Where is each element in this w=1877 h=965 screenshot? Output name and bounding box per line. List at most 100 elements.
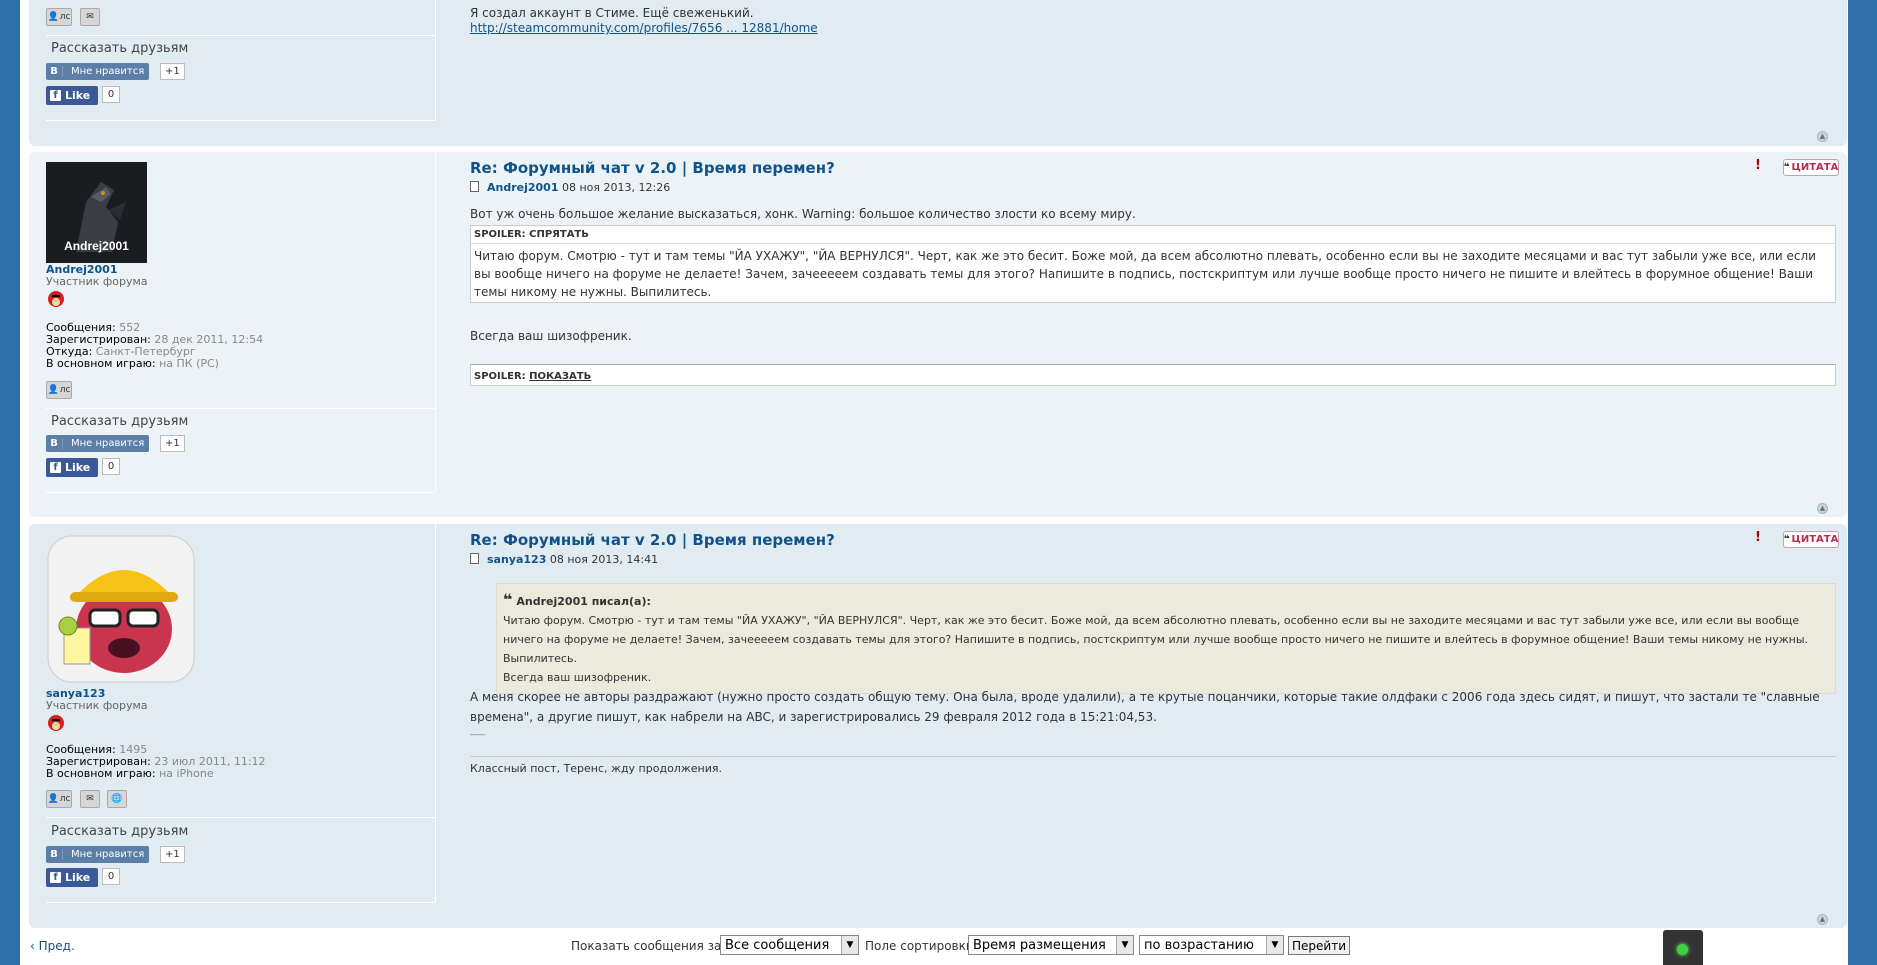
pm-button[interactable]: 👤 лс xyxy=(46,790,72,808)
divider xyxy=(46,817,435,818)
user-rank: Участник форума xyxy=(46,699,148,712)
spoiler-toggle[interactable]: SPOILER: СПРЯТАТЬ xyxy=(471,226,1835,244)
steam-profile-link[interactable]: http://steamcommunity.com/profiles/7656 … xyxy=(470,19,818,37)
globe-icon: 🌐 xyxy=(111,794,123,804)
quote-icon: ❝ xyxy=(1783,162,1790,173)
post-intro: Вот уж очень большое желание высказаться… xyxy=(470,207,1136,221)
divider xyxy=(46,408,435,409)
pm-button[interactable]: 👤 лс xyxy=(46,8,72,26)
profile-divider xyxy=(435,152,436,491)
show-label: Показать сообщения за: xyxy=(571,939,726,953)
chevron-down-icon: ▼ xyxy=(841,936,858,954)
pm-button[interactable]: 👤 лс xyxy=(46,381,72,399)
facebook-icon: f xyxy=(50,90,61,101)
facebook-icon: f xyxy=(50,462,61,473)
user-icon: 👤 xyxy=(47,794,59,804)
vk-count: +1 xyxy=(160,435,185,452)
angry-bird-rank-icon xyxy=(46,712,66,732)
online-indicator-icon xyxy=(1677,944,1688,955)
post-icon xyxy=(470,553,479,564)
back-to-top-icon[interactable]: ▲ xyxy=(1817,503,1828,514)
vk-like-button[interactable]: В Мне нравится xyxy=(46,435,149,452)
user-icon: 👤 xyxy=(47,385,59,395)
quote-icon: ❝ xyxy=(1783,534,1790,545)
quote-button[interactable]: ❝ ЦИТАТА xyxy=(1783,531,1839,548)
reply-text: А меня скорее не авторы раздражают (нужн… xyxy=(470,690,1820,724)
reply-dash: ___ xyxy=(470,725,485,736)
back-to-top-icon[interactable]: ▲ xyxy=(1817,131,1828,142)
chevron-down-icon: ▼ xyxy=(1266,936,1283,954)
fb-like-button[interactable]: f Like xyxy=(46,86,98,105)
envelope-icon: ✉ xyxy=(86,12,94,22)
user-icon: 👤 xyxy=(47,12,59,22)
stat-plays: В основном играю: на ПК (PC) xyxy=(46,357,219,370)
signature: Классный пост, Теренс, жду продолжения. xyxy=(470,762,722,775)
prev-page-link[interactable]: ‹ Пред. xyxy=(30,939,75,953)
quote-button[interactable]: ❝ ЦИТАТА xyxy=(1783,159,1839,176)
quote-mark-icon: ❝ xyxy=(503,590,513,609)
email-button[interactable]: ✉ xyxy=(80,790,100,808)
share-title: Рассказать друзьям xyxy=(51,824,189,839)
avatar-caption: Andrej2001 xyxy=(64,239,129,253)
fb-count: 0 xyxy=(102,868,120,885)
quote-closing: Всегда ваш шизофреник. xyxy=(503,671,652,684)
signature-divider xyxy=(470,756,1836,757)
fb-like-button[interactable]: f Like xyxy=(46,458,98,477)
sort-order-select[interactable]: по возрастанию ▼ xyxy=(1139,935,1284,955)
back-to-top-icon[interactable]: ▲ xyxy=(1817,914,1828,925)
go-button[interactable]: Перейти xyxy=(1288,936,1350,955)
post-previous: 👤 лс ✉ Рассказать друзьям В Мне нравится … xyxy=(29,0,1847,146)
divider xyxy=(46,902,435,903)
post-title[interactable]: Re: Форумный чат v 2.0 | Время перемен? xyxy=(470,531,835,549)
post-andrej2001: Andrej2001 Andrej2001 Участник форума Со… xyxy=(29,152,1847,517)
avatar xyxy=(46,534,196,684)
vk-icon: В xyxy=(46,438,63,449)
builder-avatar-image xyxy=(47,535,195,683)
vk-icon: В xyxy=(46,849,63,860)
quote-block: ❝ Andrej2001 писал(а): Читаю форум. Смотр… xyxy=(496,583,1836,694)
chevron-down-icon: ▼ xyxy=(1116,936,1133,954)
share-title: Рассказать друзьям xyxy=(51,41,189,56)
spoiler-open: SPOILER: СПРЯТАТЬ Читаю форум. Смотрю - … xyxy=(470,225,1836,303)
fb-count: 0 xyxy=(102,458,120,475)
divider xyxy=(46,120,435,121)
sort-field-select[interactable]: Время размещения ▼ xyxy=(968,935,1134,955)
vk-icon: В xyxy=(46,66,63,77)
avatar: Andrej2001 xyxy=(46,162,147,263)
fb-like-button[interactable]: f Like xyxy=(46,868,98,887)
stat-plays: В основном играю: на iPhone xyxy=(46,767,214,780)
quote-author: ❝ Andrej2001 писал(а): xyxy=(503,590,651,609)
post-meta: sanya123 08 ноя 2013, 14:41 xyxy=(470,553,658,566)
sort-bar: ‹ Пред. Показать сообщения за: Все сообщ… xyxy=(20,930,1848,965)
post-sanya123: sanya123 Участник форума Сообщения: 1495… xyxy=(29,524,1847,928)
divider xyxy=(46,492,435,493)
fb-count: 0 xyxy=(102,86,120,103)
post-meta: Andrej2001 08 ноя 2013, 12:26 xyxy=(470,181,670,194)
vk-like-button[interactable]: В Мне нравится xyxy=(46,63,149,80)
status-widget[interactable] xyxy=(1663,930,1703,965)
chevron-left-icon: ‹ xyxy=(30,939,39,953)
report-icon[interactable]: ! xyxy=(1750,530,1766,546)
post-title[interactable]: Re: Форумный чат v 2.0 | Время перемен? xyxy=(470,159,835,177)
spoiler-closed: SPOILER: ПОКАЗАТЬ xyxy=(470,364,1836,386)
post-closing: Всегда ваш шизофреник. xyxy=(470,329,632,343)
profile-divider xyxy=(435,0,436,120)
sort-label: Поле сортировки xyxy=(865,939,974,953)
facebook-icon: f xyxy=(50,872,61,883)
profile-divider xyxy=(435,524,436,902)
report-icon[interactable]: ! xyxy=(1750,158,1766,174)
email-button[interactable]: ✉ xyxy=(80,8,100,26)
spoiler-toggle: SPOILER: ПОКАЗАТЬ xyxy=(474,371,592,382)
divider xyxy=(46,35,435,36)
vk-count: +1 xyxy=(160,63,185,80)
show-period-select[interactable]: Все сообщения ▼ xyxy=(720,935,859,955)
website-button[interactable]: 🌐 xyxy=(107,790,127,808)
user-rank: Участник форума xyxy=(46,275,148,288)
share-title: Рассказать друзьям xyxy=(51,414,189,429)
post-icon xyxy=(470,181,479,192)
vk-count: +1 xyxy=(160,846,185,863)
quote-text: Читаю форум. Смотрю - тут и там темы "ЙА… xyxy=(503,614,1809,665)
vk-like-button[interactable]: В Мне нравится xyxy=(46,846,149,863)
envelope-icon: ✉ xyxy=(86,794,94,804)
angry-bird-rank-icon xyxy=(46,288,66,308)
